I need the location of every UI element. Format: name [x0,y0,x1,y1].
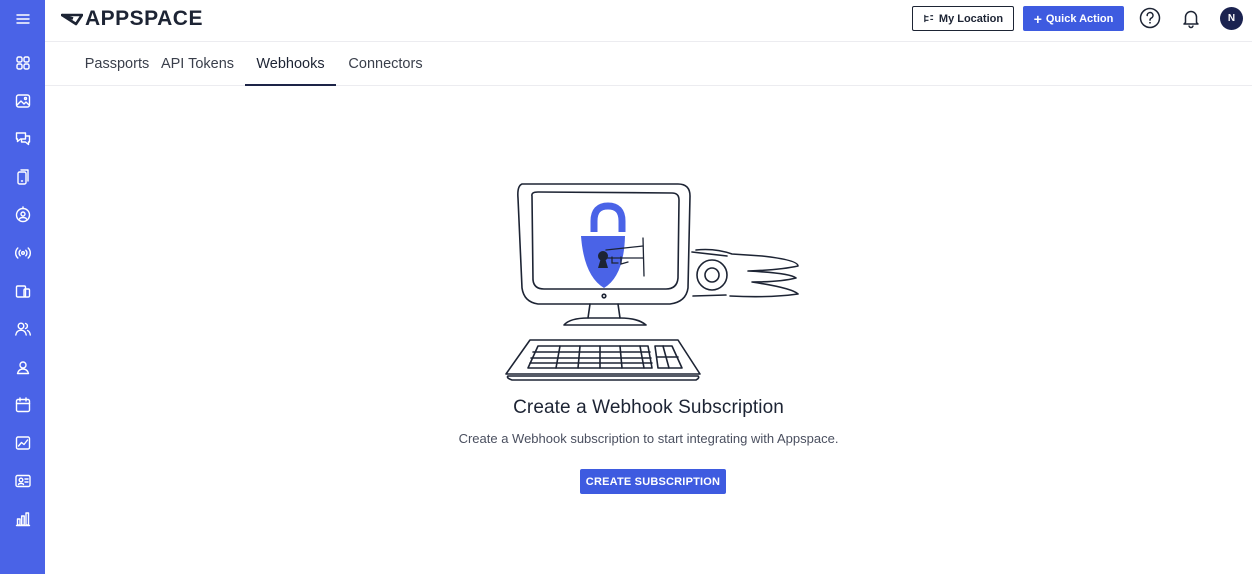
broadcast-icon[interactable] [0,234,45,272]
my-location-label: My Location [938,12,1004,25]
id-card-icon[interactable] [0,462,45,500]
screens-icon[interactable] [0,272,45,310]
user-badge-icon[interactable] [0,196,45,234]
logo-mark-icon [61,13,83,26]
people-icon[interactable] [0,310,45,348]
quick-action-button[interactable]: + Quick Action [1023,6,1124,31]
empty-state-subtitle: Create a Webhook subscription to start i… [458,431,839,446]
appspace-logo[interactable]: APPSPACE [61,7,203,30]
notifications-bell-icon[interactable] [1180,7,1202,29]
logo-text: APPSPACE [85,7,203,30]
location-tree-icon [924,14,933,23]
sidebar [0,0,45,574]
bar-chart-icon[interactable] [0,500,45,538]
tab-webhooks[interactable]: Webhooks [245,43,336,86]
menu-icon[interactable] [0,0,45,38]
chat-icon[interactable] [0,120,45,158]
user-avatar[interactable]: N [1220,7,1243,30]
calendar-icon[interactable] [0,386,45,424]
person-icon[interactable] [0,348,45,386]
my-location-button[interactable]: My Location [912,6,1014,31]
help-icon[interactable] [1139,7,1161,29]
tab-connectors[interactable]: Connectors [340,43,431,85]
computer-lock-illustration [505,183,799,381]
analytics-icon[interactable] [0,424,45,462]
create-subscription-button[interactable]: CREATE SUBSCRIPTION [580,469,726,494]
top-bar: APPSPACE My Location + Quick Action N [45,0,1252,42]
dashboard-icon[interactable] [0,44,45,82]
tab-api-tokens[interactable]: API Tokens [154,43,241,85]
device-icon[interactable] [0,158,45,196]
quick-action-label: Quick Action [1045,12,1114,25]
empty-state-title: Create a Webhook Subscription [513,397,784,418]
plus-icon: + [1033,10,1042,27]
tabs-bar: Passports API Tokens Webhooks Connectors [45,43,1252,86]
image-icon[interactable] [0,82,45,120]
